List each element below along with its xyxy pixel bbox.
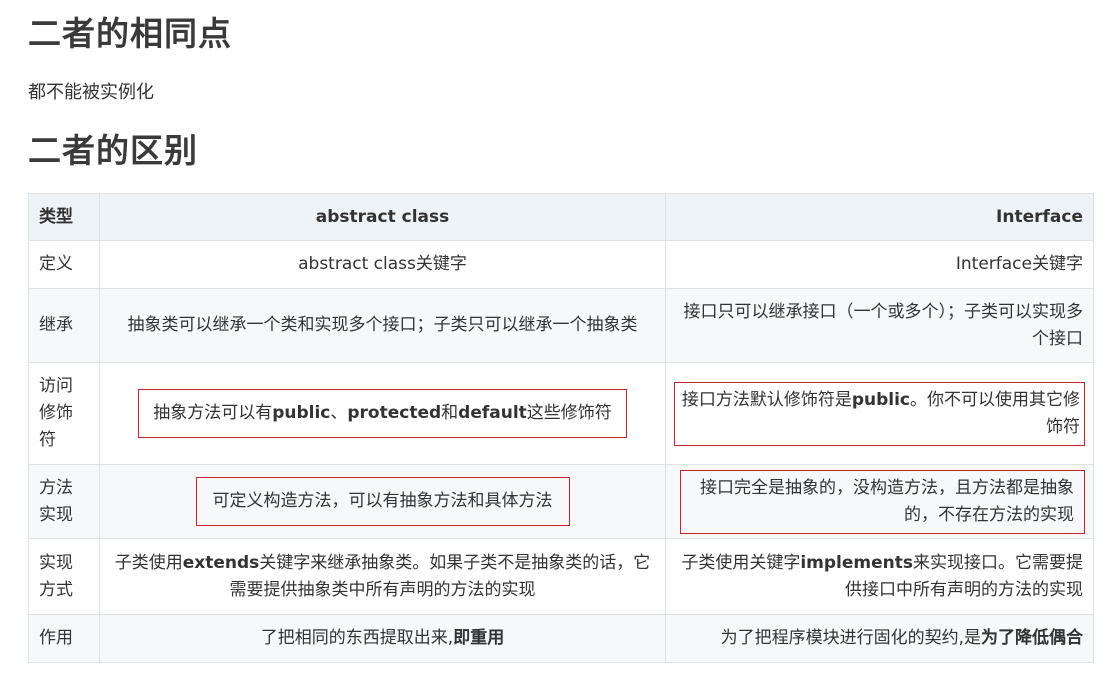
highlight-box: 可定义构造方法，可以有抽象方法和具体方法: [195, 477, 570, 526]
cell-type: 方法实现: [28, 464, 100, 539]
header-interface: Interface: [665, 193, 1094, 241]
cell-abstract: 可定义构造方法，可以有抽象方法和具体方法: [99, 464, 666, 539]
cell-type: 继承: [28, 288, 100, 363]
cell-type: 实现方式: [28, 538, 100, 615]
cell-interface: Interface关键字: [665, 240, 1094, 289]
text-fragment: 了把相同的东西提取出来,: [260, 628, 454, 648]
cell-abstract: 抽象方法可以有public、protected和default这些修饰符: [99, 362, 666, 465]
similarities-text: 都不能被实例化: [28, 82, 154, 103]
header-type: 类型: [28, 193, 100, 241]
text-fragment: 。你不可以使用其它修饰符: [910, 389, 1080, 437]
text-fragment: 子类使用关键字: [681, 552, 801, 573]
emphasis-decoupling: 为了降低偶合: [981, 628, 1083, 648]
heading-similarities: 二者的相同点: [28, 14, 232, 53]
cell-interface: 接口方法默认修饰符是public。你不可以使用其它修饰符: [665, 362, 1094, 465]
text-fragment: 、: [330, 403, 348, 423]
cell-interface: 接口完全是抽象的，没构造方法，且方法都是抽象的，不存在方法的实现: [665, 464, 1094, 539]
table-row: 访问修饰符 抽象方法可以有public、protected和default这些修…: [28, 362, 1094, 465]
cell-abstract: abstract class关键字: [99, 240, 666, 289]
emphasis-reuse: 即重用: [453, 628, 505, 648]
text-fragment: 为了把程序模块进行固化的契约,是: [720, 628, 981, 648]
text-fragment: 和: [441, 403, 459, 423]
table-header-row: 类型 abstract class Interface: [28, 193, 1094, 241]
table-row: 方法实现 可定义构造方法，可以有抽象方法和具体方法 接口完全是抽象的，没构造方法…: [28, 464, 1094, 539]
text-fragment: 子类使用: [114, 552, 183, 573]
header-abstract-class: abstract class: [99, 193, 666, 241]
cell-interface: 为了把程序模块进行固化的契约,是为了降低偶合: [665, 614, 1094, 663]
text-fragment: 抽象方法可以有: [153, 403, 273, 423]
cell-interface: 子类使用关键字implements来实现接口。它需要提供接口中所有声明的方法的实…: [665, 538, 1094, 615]
cell-type: 作用: [28, 614, 100, 663]
table-row: 继承 抽象类可以继承一个类和实现多个接口；子类只可以继承一个抽象类 接口只可以继…: [28, 288, 1094, 363]
keyword-default: default: [458, 403, 527, 423]
cell-type: 访问修饰符: [28, 362, 100, 465]
keyword-public: public: [272, 403, 331, 423]
table-row: 作用 了把相同的东西提取出来,即重用 为了把程序模块进行固化的契约,是为了降低偶…: [28, 614, 1094, 663]
text-fragment: 关键字来继承抽象类。如果子类不是抽象类的话，它需要提供抽象类中所有声明的方法的实…: [229, 552, 651, 600]
cell-interface: 接口只可以继承接口（一个或多个）；子类可以实现多个接口: [665, 288, 1094, 363]
heading-differences: 二者的区别: [28, 131, 198, 170]
keyword-public: public: [851, 389, 910, 410]
cell-type: 定义: [28, 240, 100, 289]
text-fragment: 这些修饰符: [526, 403, 612, 423]
table-row: 实现方式 子类使用extends关键字来继承抽象类。如果子类不是抽象类的话，它需…: [28, 538, 1094, 615]
keyword-protected: protected: [347, 403, 442, 423]
keyword-extends: extends: [182, 552, 260, 573]
cell-abstract: 了把相同的东西提取出来,即重用: [99, 614, 666, 663]
highlight-box: 接口方法默认修饰符是public。你不可以使用其它修饰符: [674, 381, 1085, 446]
cell-abstract: 子类使用extends关键字来继承抽象类。如果子类不是抽象类的话，它需要提供抽象…: [99, 538, 666, 615]
cell-abstract: 抽象类可以继承一个类和实现多个接口；子类只可以继承一个抽象类: [99, 288, 666, 363]
text-fragment: 接口方法默认修饰符是: [681, 389, 852, 410]
comparison-table: 类型 abstract class Interface 定义 abstract …: [28, 193, 1094, 663]
table-row: 定义 abstract class关键字 Interface关键字: [28, 240, 1094, 289]
highlight-box: 抽象方法可以有public、protected和default这些修饰符: [138, 389, 627, 438]
highlight-box: 接口完全是抽象的，没构造方法，且方法都是抽象的，不存在方法的实现: [680, 469, 1085, 534]
keyword-implements: implements: [800, 552, 913, 573]
